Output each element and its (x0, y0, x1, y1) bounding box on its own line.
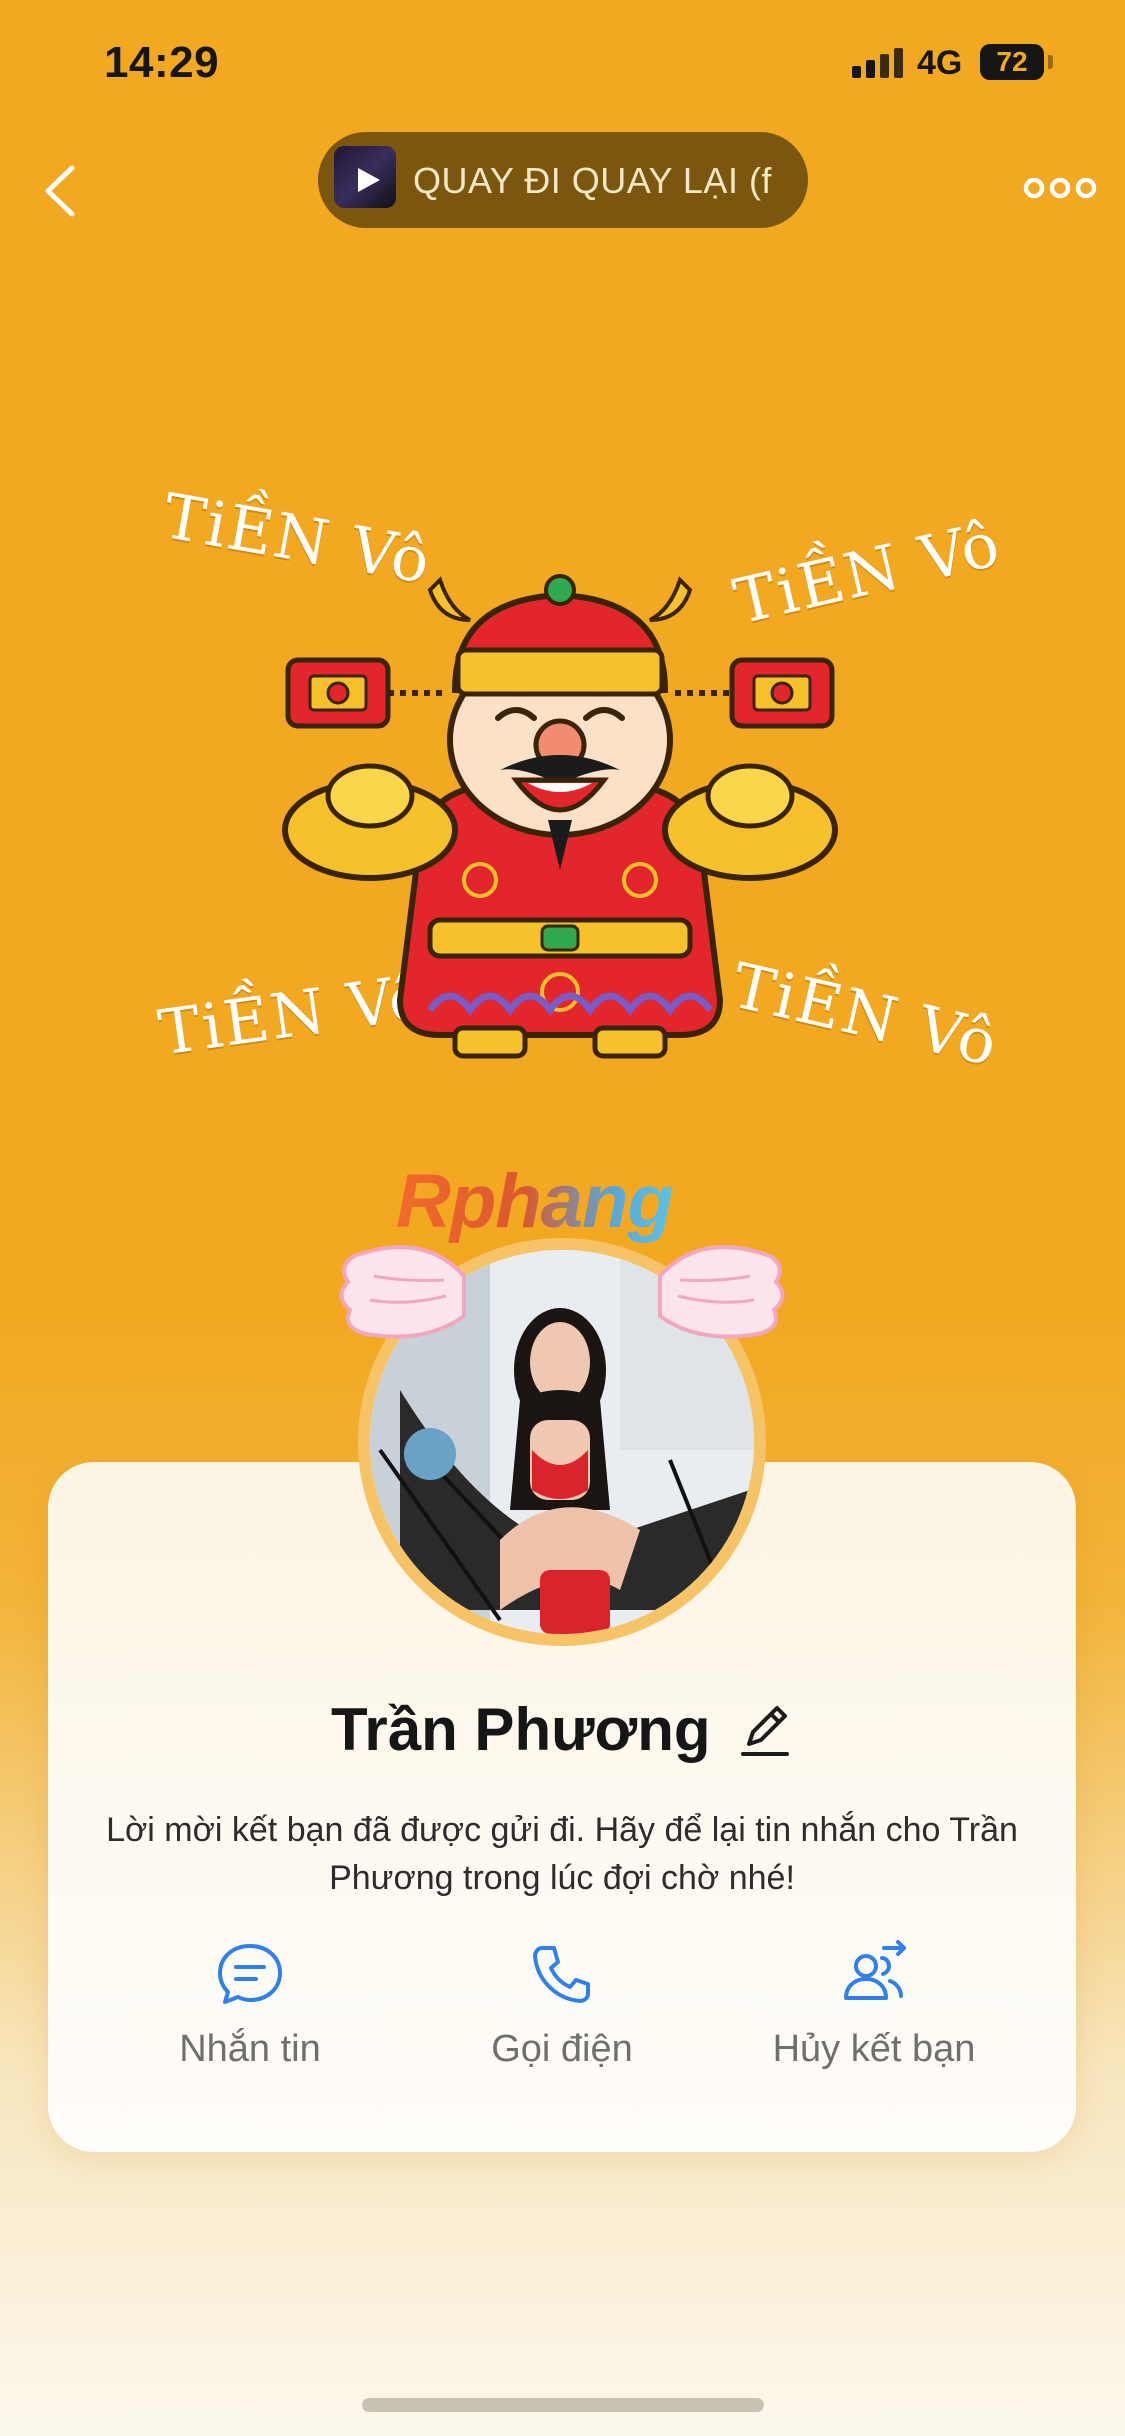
more-button[interactable] (1022, 170, 1098, 206)
watermark-logo: Rphang (396, 1159, 674, 1244)
song-thumbnail (334, 146, 396, 208)
home-indicator[interactable] (362, 2398, 764, 2412)
now-playing-title: QUAY ĐI QUAY LẠI (f (413, 160, 772, 201)
cancel-friend-icon (844, 1940, 906, 2000)
message-button[interactable]: Nhắn tin (100, 1938, 400, 2098)
signal-bars-icon (852, 46, 904, 78)
cancel-friend-label: Hủy kết bạn (772, 2028, 976, 2070)
back-button[interactable] (36, 158, 86, 224)
friend-request-message: Lời mời kết bạn đã được gửi đi. Hãy để l… (106, 1811, 1018, 1897)
chevron-left-icon (45, 165, 75, 217)
angel-wing-right (658, 1245, 785, 1339)
god-of-wealth-illustration (282, 574, 838, 1059)
angel-wing-left (339, 1245, 466, 1339)
network-type: 4G (917, 44, 963, 82)
profile-name: Trần Phương (331, 1696, 711, 1763)
more-dots-icon (1023, 177, 1097, 199)
edit-pencil-icon[interactable] (737, 1700, 793, 1760)
battery-level: 72 (996, 46, 1028, 77)
phone-icon (533, 1946, 590, 2003)
call-label: Gọi điện (491, 2028, 633, 2070)
call-button[interactable]: Gọi điện (412, 1938, 712, 2098)
play-icon (358, 168, 380, 192)
now-playing-pill[interactable]: QUAY ĐI QUAY LẠI (f (318, 132, 808, 228)
message-label: Nhắn tin (179, 2028, 321, 2070)
status-time: 14:29 (104, 38, 220, 87)
profile-name-row: Trần Phương (48, 1695, 1076, 1764)
battery-cap (1048, 55, 1053, 69)
status-bar: 14:29 4G 72 (0, 0, 1125, 130)
cancel-friend-button[interactable]: Hủy kết bạn (724, 1938, 1024, 2098)
cover-sticker: TiỀN Vô TiỀN Vô TiỀN Vô TiỀN Vô (140, 479, 1007, 1080)
battery-icon: 72 (980, 44, 1044, 80)
chat-bubble-icon (218, 1944, 282, 2004)
